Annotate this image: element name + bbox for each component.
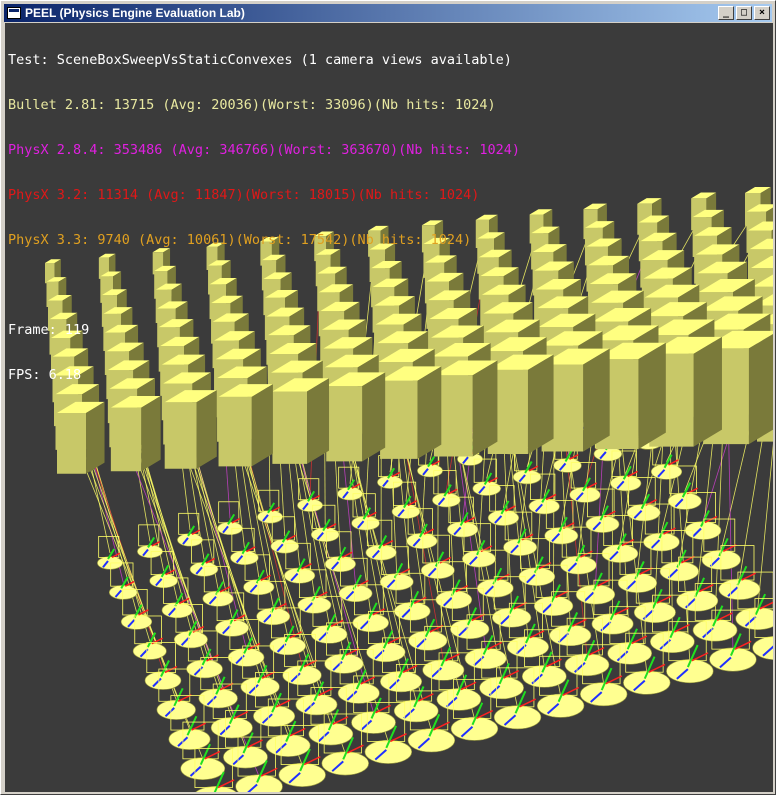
static-convex <box>650 463 683 480</box>
frame-counter: Frame: 119 <box>8 322 90 338</box>
static-convex <box>161 602 193 619</box>
render-viewport[interactable]: Test: SceneBoxSweepVsStaticConvexes (1 c… <box>5 23 773 792</box>
static-convex <box>512 469 542 485</box>
engine-line-physx-33: PhysX 3.3: 9740 (Avg: 10061)(Worst: 1754… <box>8 232 472 248</box>
static-convex <box>569 486 601 503</box>
box-side-face <box>527 354 554 454</box>
fps-counter: FPS: 6.18 <box>8 367 82 383</box>
app-window-icon[interactable] <box>7 7 21 19</box>
hud-overlay: Test: SceneBoxSweepVsStaticConvexes (1 c… <box>8 23 520 413</box>
static-convex <box>487 509 520 526</box>
static-convex <box>351 515 380 531</box>
sweep-box-outline <box>298 478 320 501</box>
box-side-face <box>693 336 722 447</box>
static-convex <box>553 458 582 473</box>
engine-line-physx-32: PhysX 3.2: 11314 (Avg: 11847)(Worst: 180… <box>8 187 480 203</box>
title-bar[interactable]: PEEL (Physics Engine Evaluation Lab) _ □… <box>4 4 772 22</box>
static-convex <box>365 544 397 561</box>
static-convex <box>528 498 560 515</box>
minimize-button[interactable]: _ <box>718 6 734 20</box>
engine-line-physx-284: PhysX 2.8.4: 353486 (Avg: 346766)(Worst:… <box>8 142 521 158</box>
static-convex <box>202 590 234 607</box>
hud-spacer <box>8 278 520 293</box>
static-convex <box>310 527 340 542</box>
static-convex <box>270 538 300 554</box>
app-window: PEEL (Physics Engine Evaluation Lab) _ □… <box>0 0 776 795</box>
window-title: PEEL (Physics Engine Evaluation Lab) <box>25 6 245 20</box>
static-convex <box>447 521 479 538</box>
static-convex <box>391 504 421 519</box>
engine-line-bullet: Bullet 2.81: 13715 (Avg: 20036)(Worst: 3… <box>8 97 496 113</box>
static-convex <box>109 585 138 600</box>
box-side-face <box>748 333 773 445</box>
window-controls: _ □ × <box>718 6 770 20</box>
test-name-line: Test: SceneBoxSweepVsStaticConvexes (1 c… <box>8 52 512 68</box>
box-side-face <box>583 348 610 452</box>
static-convex <box>243 579 275 596</box>
close-button[interactable]: × <box>754 6 770 20</box>
box-side-face <box>638 342 666 450</box>
static-convex <box>406 533 438 549</box>
static-convex <box>610 475 642 492</box>
maximize-button[interactable]: □ <box>736 6 752 20</box>
box-front-face <box>110 407 142 472</box>
static-convex <box>230 550 259 566</box>
hit-marker-red <box>538 561 552 570</box>
static-convex <box>472 481 501 496</box>
static-convex <box>120 613 153 630</box>
static-convex <box>432 492 461 508</box>
box-front-face <box>57 413 87 474</box>
